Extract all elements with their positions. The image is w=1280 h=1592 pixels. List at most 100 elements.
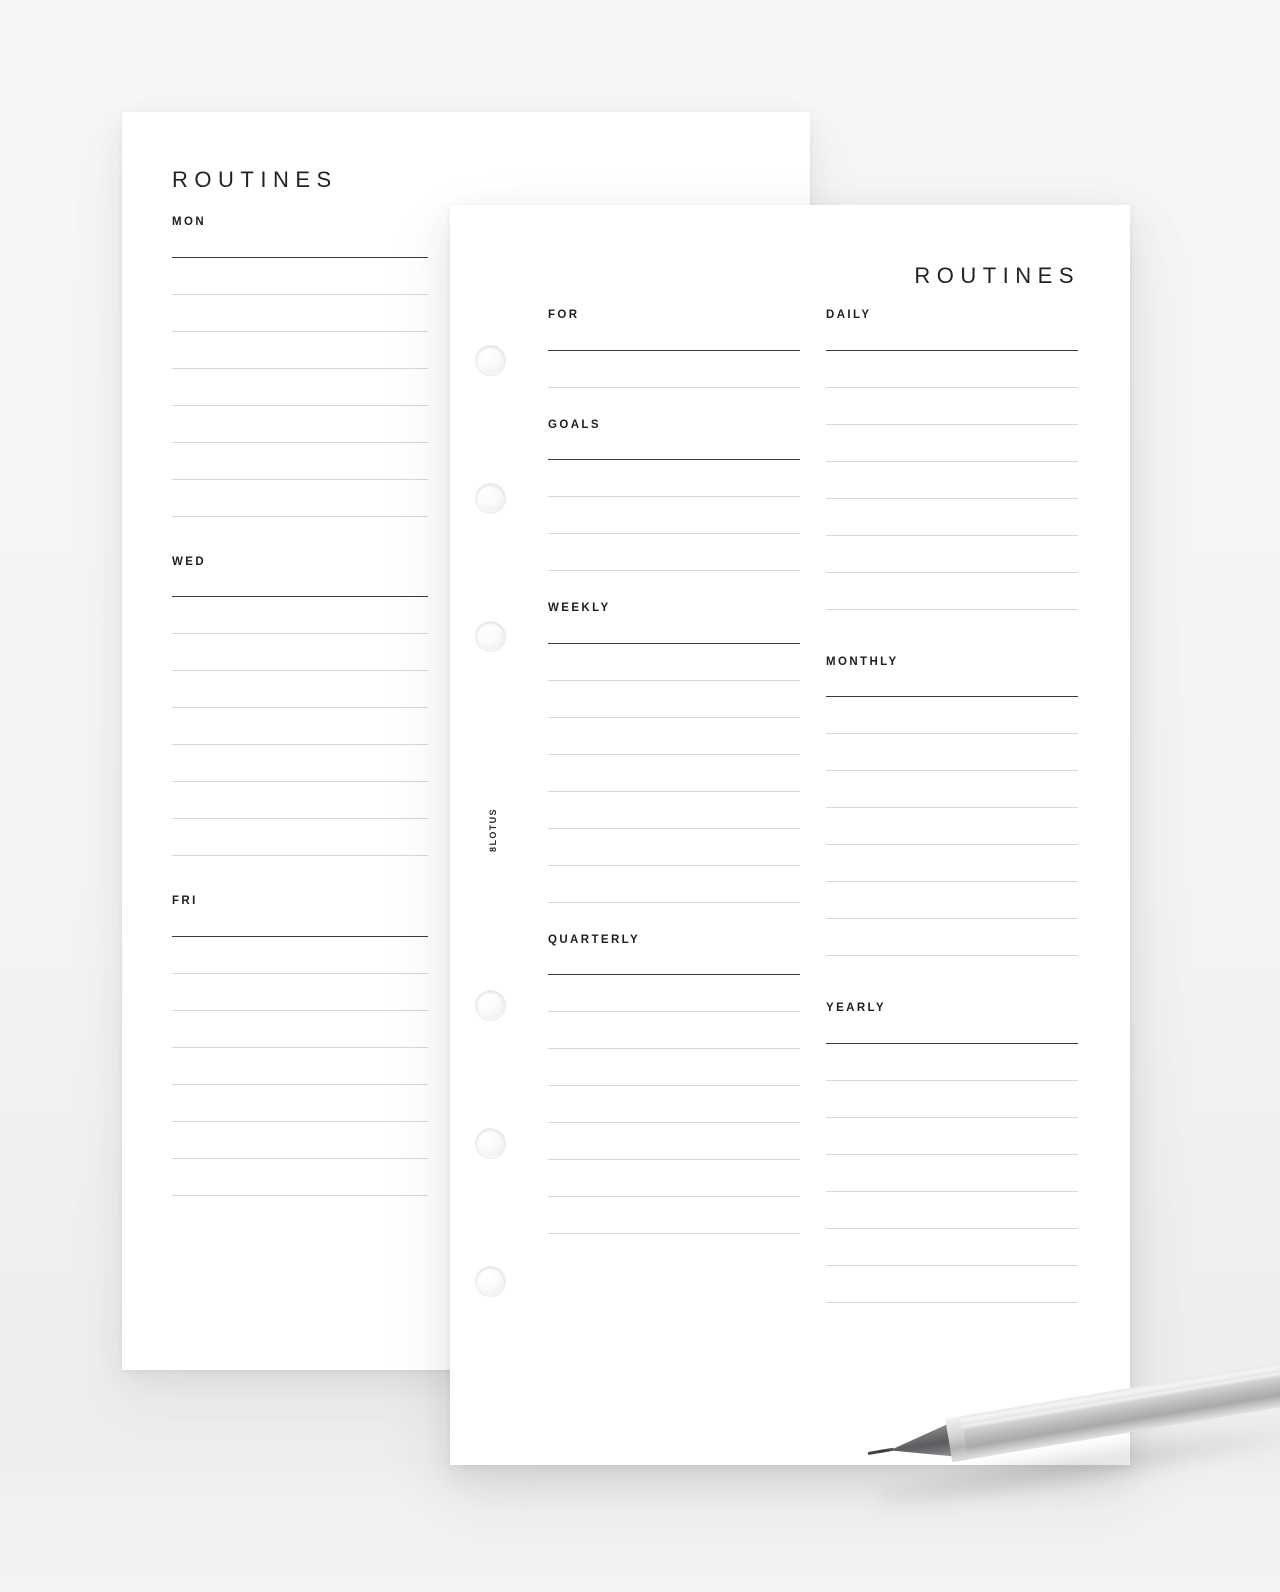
section-underline[interactable] — [548, 349, 800, 351]
section-label-monthly: MONTHLY — [826, 655, 899, 668]
write-line[interactable] — [172, 1009, 428, 1011]
write-line[interactable] — [826, 534, 1078, 536]
write-line[interactable] — [172, 293, 428, 295]
section-daily: DAILY — [826, 309, 1078, 610]
write-line[interactable] — [548, 901, 800, 903]
write-line[interactable] — [826, 423, 1078, 425]
write-line[interactable] — [826, 1301, 1078, 1303]
write-line[interactable] — [172, 633, 428, 634]
write-line[interactable] — [172, 441, 428, 443]
write-line[interactable] — [826, 1190, 1078, 1192]
write-line[interactable] — [172, 1194, 428, 1196]
write-line[interactable] — [548, 753, 800, 755]
section-label-fri: FRI — [172, 895, 198, 907]
write-line[interactable] — [548, 1122, 800, 1123]
section-label-weekly: WEEKLY — [548, 602, 611, 614]
write-line[interactable] — [826, 955, 1078, 956]
label-spacer — [172, 908, 428, 936]
section-label-daily: DAILY — [826, 309, 872, 321]
write-line[interactable] — [826, 881, 1078, 882]
section-underline[interactable] — [826, 696, 1078, 697]
write-line[interactable] — [172, 330, 428, 332]
write-line[interactable] — [826, 608, 1078, 610]
front-page-column-left: FOR GOALS WEEKLY QUARTERLY — [548, 309, 800, 1234]
write-line[interactable] — [172, 781, 428, 782]
write-line[interactable] — [826, 571, 1078, 573]
section-underline[interactable] — [548, 459, 800, 460]
write-line[interactable] — [826, 1153, 1078, 1155]
write-line[interactable] — [172, 670, 428, 671]
write-line[interactable] — [826, 1079, 1078, 1081]
punch-hole-1 — [475, 345, 506, 376]
write-line[interactable] — [548, 496, 800, 497]
write-line[interactable] — [172, 707, 428, 708]
write-line[interactable] — [826, 807, 1078, 808]
write-line[interactable] — [826, 918, 1078, 919]
section-wed: WED — [172, 555, 428, 856]
write-line[interactable] — [826, 1264, 1078, 1266]
write-line[interactable] — [548, 1048, 800, 1049]
write-line[interactable] — [548, 1011, 800, 1012]
label-spacer — [826, 1015, 1078, 1043]
label-spacer — [172, 229, 428, 257]
section-for: FOR — [548, 309, 800, 388]
write-line[interactable] — [548, 679, 800, 681]
punch-hole-6 — [475, 1266, 506, 1297]
write-line[interactable] — [548, 716, 800, 718]
section-goals: GOALS — [548, 418, 800, 571]
label-spacer — [548, 946, 800, 974]
write-line[interactable] — [826, 1116, 1078, 1118]
write-line[interactable] — [826, 1227, 1078, 1229]
write-line[interactable] — [172, 1157, 428, 1159]
write-line[interactable] — [172, 818, 428, 819]
write-line[interactable] — [172, 1046, 428, 1048]
write-line[interactable] — [172, 855, 428, 856]
write-line[interactable] — [172, 404, 428, 406]
write-line[interactable] — [548, 1159, 800, 1160]
write-line[interactable] — [548, 386, 800, 388]
write-line[interactable] — [548, 1085, 800, 1086]
write-line[interactable] — [826, 497, 1078, 499]
write-line[interactable] — [548, 827, 800, 829]
section-yearly: YEARLY — [826, 1002, 1078, 1303]
section-underline[interactable] — [548, 642, 800, 644]
write-line[interactable] — [826, 460, 1078, 462]
write-line[interactable] — [172, 1083, 428, 1085]
front-page-sheet: ROUTINES FOR GOALS WEEKLY QUARTERLY DAILY MO… — [450, 205, 1130, 1465]
section-label-for: FOR — [548, 309, 580, 321]
section-underline[interactable] — [172, 596, 428, 597]
section-underline[interactable] — [172, 935, 428, 937]
write-line[interactable] — [172, 1120, 428, 1122]
write-line[interactable] — [172, 744, 428, 745]
write-line[interactable] — [826, 844, 1078, 845]
punch-hole-3 — [475, 621, 506, 652]
section-label-quarterly: QUARTERLY — [548, 933, 641, 946]
write-line[interactable] — [548, 570, 800, 571]
write-line[interactable] — [172, 478, 428, 480]
write-line[interactable] — [172, 367, 428, 369]
write-line[interactable] — [172, 515, 428, 517]
punch-hole-5 — [475, 1128, 506, 1159]
write-line[interactable] — [548, 533, 800, 534]
label-spacer — [548, 431, 800, 459]
section-label-wed: WED — [172, 555, 207, 568]
section-underline[interactable] — [548, 974, 800, 975]
front-page-column-right: DAILY MONTHLY YEARLY — [826, 309, 1078, 1303]
write-line[interactable] — [548, 790, 800, 792]
write-line[interactable] — [826, 733, 1078, 734]
front-page-title: ROUTINES — [914, 263, 1080, 288]
section-underline[interactable] — [172, 256, 428, 258]
section-monthly: MONTHLY — [826, 655, 1078, 956]
write-line[interactable] — [826, 386, 1078, 388]
write-line[interactable] — [548, 1233, 800, 1234]
label-spacer — [826, 668, 1078, 696]
section-underline[interactable] — [826, 349, 1078, 351]
section-label-goals: GOALS — [548, 418, 601, 431]
punch-hole-4 — [475, 990, 506, 1021]
write-line[interactable] — [548, 864, 800, 866]
section-underline[interactable] — [826, 1042, 1078, 1044]
write-line[interactable] — [172, 972, 428, 974]
write-line[interactable] — [548, 1196, 800, 1197]
write-line[interactable] — [826, 770, 1078, 771]
back-page-body: MON WED FRI — [172, 216, 428, 1196]
